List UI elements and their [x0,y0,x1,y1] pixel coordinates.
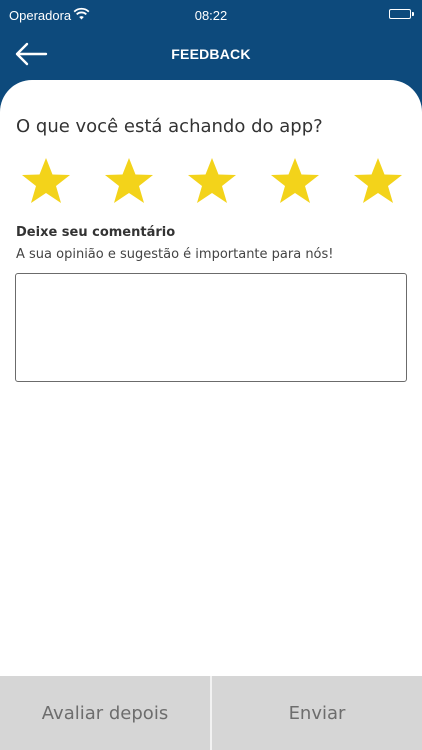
nav-bar: FEEDBACK [0,30,422,80]
battery-icon [389,9,414,19]
star-icon-5[interactable] [352,156,404,208]
action-bar: Avaliar depois Enviar [0,676,422,750]
star-rating [20,156,404,208]
star-icon-1[interactable] [20,156,72,208]
back-button[interactable] [14,42,48,66]
star-icon-4[interactable] [269,156,321,208]
status-bar: Operadora 08:22 [0,0,422,30]
star-icon-2[interactable] [103,156,155,208]
comment-hint: A sua opinião e sugestão é importante pa… [16,247,334,262]
feedback-content: O que você está achando do app? Deixe se… [0,80,422,676]
send-button[interactable]: Enviar [212,676,422,750]
star-icon-3[interactable] [186,156,238,208]
comment-input[interactable] [15,273,407,382]
arrow-left-icon [15,42,48,66]
rate-later-button[interactable]: Avaliar depois [0,676,210,750]
comment-label: Deixe seu comentário [16,225,176,240]
rating-question: O que você está achando do app? [16,116,323,137]
page-title: FEEDBACK [171,46,251,62]
status-time: 08:22 [194,8,228,23]
